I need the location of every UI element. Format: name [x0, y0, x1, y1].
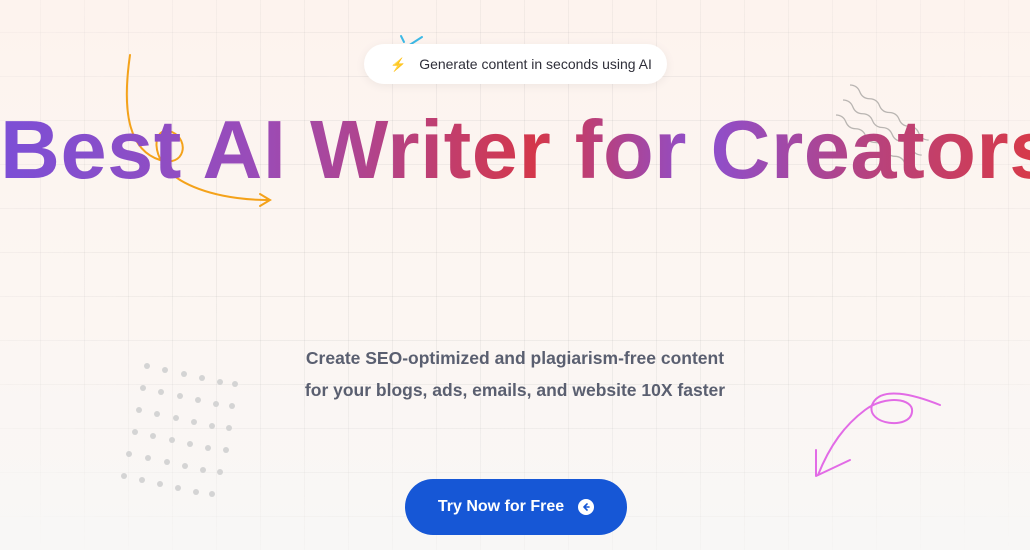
- lightning-bolt-icon: ⚡: [390, 56, 407, 72]
- arrow-left-circle-icon: [578, 499, 595, 515]
- hero-headline: Best AI Writer for Creators: [0, 103, 1030, 196]
- hero-subtitle-line-2: for your blogs, ads, emails, and website…: [304, 380, 726, 400]
- announcement-badge: ⚡ Generate content in seconds using AI: [364, 44, 667, 84]
- hero-subtitle-line-1: Create SEO-optimized and plagiarism-free…: [305, 348, 725, 368]
- announcement-badge-text: Generate content in seconds using AI: [419, 56, 652, 72]
- try-now-button[interactable]: Try Now for Free: [405, 479, 627, 535]
- try-now-button-label: Try Now for Free: [437, 498, 565, 515]
